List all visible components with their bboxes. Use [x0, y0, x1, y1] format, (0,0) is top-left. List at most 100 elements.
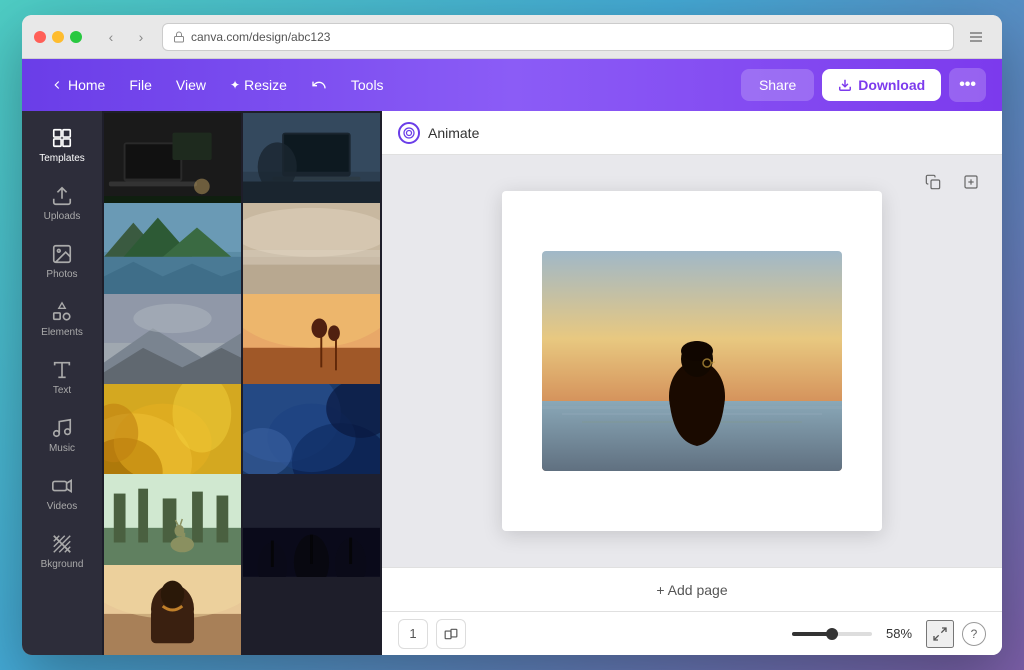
download-label: Download [858, 77, 925, 93]
minimize-button[interactable] [52, 31, 64, 43]
home-label: Home [68, 77, 105, 93]
sidebar-item-background[interactable]: Bkground [28, 525, 96, 579]
page-indicator[interactable]: 1 [398, 619, 428, 649]
view-nav-item[interactable]: View [164, 71, 218, 99]
share-button[interactable]: Share [741, 69, 814, 101]
animate-sparkle-icon [403, 127, 415, 139]
uploads-label: Uploads [44, 211, 81, 223]
sidebar-item-templates[interactable]: Templates [28, 119, 96, 173]
main-area: Templates Uploads [22, 111, 1002, 655]
music-label: Music [49, 443, 75, 455]
plus-icon [963, 174, 979, 190]
left-sidebar: Templates Uploads [22, 111, 102, 655]
zoom-percent: 58% [880, 626, 918, 641]
canvas-main-image [542, 251, 842, 471]
music-icon [51, 417, 73, 439]
close-button[interactable] [34, 31, 46, 43]
sidebar-item-videos[interactable]: Videos [28, 467, 96, 521]
browser-chrome: ‹ › canva.com/design/abc123 [22, 15, 1002, 59]
media-thumb-5[interactable] [104, 294, 241, 397]
photo-icon [51, 243, 73, 265]
lock-icon [173, 31, 185, 43]
pages-icon [444, 627, 458, 641]
address-bar[interactable]: canva.com/design/abc123 [162, 23, 954, 51]
media-thumb-3[interactable] [104, 203, 241, 306]
bottom-toolbar: 1 58% [382, 611, 1002, 655]
photos-label: Photos [46, 269, 77, 281]
hamburger-icon [968, 29, 984, 45]
zoom-slider[interactable] [792, 632, 872, 636]
top-navbar: Home File View ✦ Resize Tools Share [22, 59, 1002, 111]
background-label: Bkground [41, 559, 84, 571]
sidebar-item-elements[interactable]: Elements [28, 293, 96, 347]
animate-bar: Animate [382, 111, 1002, 155]
copy-icon [925, 174, 941, 190]
animate-icon [398, 122, 420, 144]
traffic-lights [34, 31, 82, 43]
background-icon [51, 533, 73, 555]
canvas-page[interactable] [502, 191, 882, 531]
shapes-icon [51, 301, 73, 323]
media-thumb-11[interactable] [104, 565, 241, 655]
duplicate-page-button[interactable] [918, 167, 948, 197]
browser-menu-icon[interactable] [962, 23, 990, 51]
sidebar-item-photos[interactable]: Photos [28, 235, 96, 289]
slider-track [792, 632, 872, 636]
browser-nav: ‹ › [98, 24, 154, 50]
address-text: canva.com/design/abc123 [191, 30, 330, 44]
download-icon [838, 78, 852, 92]
help-button[interactable]: ? [962, 622, 986, 646]
slider-thumb[interactable] [826, 628, 838, 640]
templates-label: Templates [39, 153, 85, 165]
sidebar-item-text[interactable]: Text [28, 351, 96, 405]
video-icon [51, 475, 73, 497]
chevron-left-icon [50, 78, 64, 92]
media-thumb-10[interactable] [243, 474, 380, 577]
more-options-button[interactable]: ••• [949, 68, 986, 102]
sidebar-item-music[interactable]: Music [28, 409, 96, 463]
media-thumb-6[interactable] [243, 294, 380, 397]
add-page-bar[interactable]: + Add page [382, 567, 1002, 611]
download-button[interactable]: Download [822, 69, 941, 101]
home-nav-item[interactable]: Home [38, 71, 117, 99]
sidebar-item-uploads[interactable]: Uploads [28, 177, 96, 231]
add-page-label: + Add page [656, 582, 727, 598]
media-thumb-8[interactable] [243, 384, 380, 487]
media-thumb-1[interactable] [104, 113, 241, 216]
media-thumb-2[interactable] [243, 113, 380, 216]
app-container: Home File View ✦ Resize Tools Share [22, 59, 1002, 655]
media-thumb-7[interactable] [104, 384, 241, 487]
file-nav-item[interactable]: File [117, 71, 164, 99]
canvas-workspace[interactable] [382, 155, 1002, 567]
canvas-area: Animate [382, 111, 1002, 655]
add-element-button[interactable] [956, 167, 986, 197]
tools-nav-item[interactable]: Tools [339, 71, 396, 99]
elements-label: Elements [41, 327, 83, 339]
undo-icon [311, 77, 327, 93]
resize-label: Resize [244, 77, 287, 93]
maximize-button[interactable] [70, 31, 82, 43]
media-thumb-9[interactable] [104, 474, 241, 577]
text-icon [51, 359, 73, 381]
tools-label: Tools [351, 77, 384, 93]
page-number: 1 [409, 626, 416, 641]
fullscreen-button[interactable] [926, 620, 954, 648]
back-button[interactable]: ‹ [98, 24, 124, 50]
page-overview-button[interactable] [436, 619, 466, 649]
videos-label: Videos [47, 501, 77, 513]
animate-label: Animate [428, 125, 479, 141]
upload-icon [51, 185, 73, 207]
text-label: Text [53, 385, 71, 397]
view-label: View [176, 77, 206, 93]
media-thumb-4[interactable] [243, 203, 380, 306]
media-panel: ‹ [102, 111, 382, 655]
canvas-actions [918, 167, 986, 197]
forward-button[interactable]: › [128, 24, 154, 50]
resize-nav-item[interactable]: ✦ Resize [218, 71, 299, 99]
grid-icon [51, 127, 73, 149]
browser-window: ‹ › canva.com/design/abc123 Home [22, 15, 1002, 655]
undo-nav-item[interactable] [299, 71, 339, 99]
zoom-control: 58% ? [792, 620, 986, 648]
file-label: File [129, 77, 152, 93]
fullscreen-icon [932, 626, 948, 642]
